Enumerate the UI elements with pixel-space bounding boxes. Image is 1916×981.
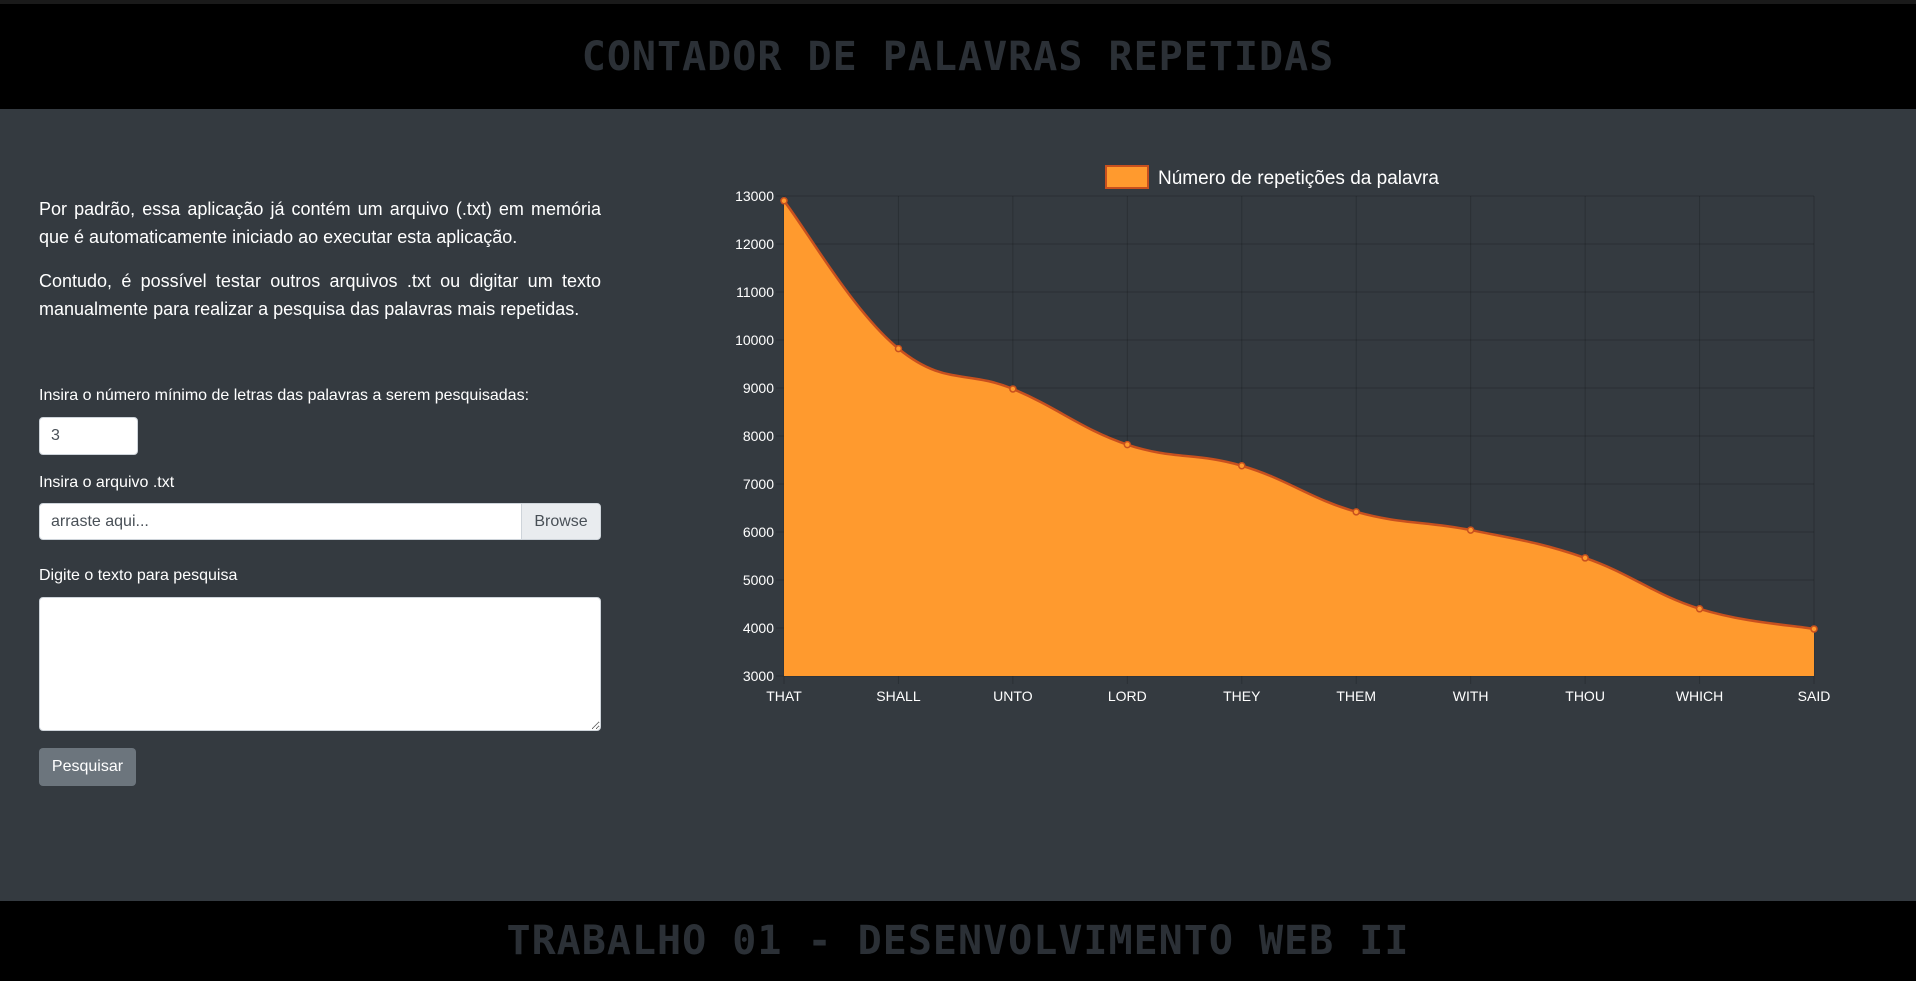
x-tick-label: SAID [1798,688,1831,704]
footer-title: TRABALHO 01 - DESENVOLVIMENTO WEB II [506,918,1410,964]
intro-paragraph-1: Por padrão, essa aplicação já contém um … [39,199,601,247]
data-point [1009,385,1017,393]
chart-svg: 3000 4000 5000 6000 7000 8000 9000 10000 11000 12… [735,165,1831,704]
y-tick-label: 9000 [743,380,774,396]
data-point [1810,625,1818,633]
x-tick-label: THAT [766,688,802,704]
data-point [894,344,903,353]
x-tick-label: THEM [1336,688,1376,704]
file-label: Insira o arquivo .txt [39,474,175,491]
legend-swatch [1105,165,1149,189]
search-text-area[interactable] [39,597,601,731]
data-point [1466,526,1475,534]
y-tick-label: 12000 [735,236,774,252]
page-title: CONTADOR DE PALAVRAS REPETIDAS [581,33,1335,80]
y-tick-label: 10000 [735,332,774,348]
text-label: Digite o texto para pesquisa [39,567,238,584]
intro-text: Por padrão, essa aplicação já contém um … [39,195,601,323]
intro-paragraph-2: Contudo, é possível testar outros arquiv… [39,271,601,319]
y-tick-label: 6000 [743,524,774,540]
file-input[interactable]: arraste aqui... Browse [39,503,601,540]
x-tick-label: THOU [1565,688,1605,704]
data-point [1581,554,1589,562]
y-tick-label: 3000 [743,668,774,684]
min-letters-input[interactable] [39,417,138,455]
y-tick-label: 11000 [736,284,774,300]
search-button[interactable]: Pesquisar [39,748,136,786]
x-tick-label: WHICH [1676,688,1723,704]
x-tick-label: WITH [1453,688,1489,704]
data-point [1238,462,1246,470]
page-footer: TRABALHO 01 - DESENVOLVIMENTO WEB II [0,901,1916,981]
min-letters-label: Insira o número mínimo de letras das pal… [39,387,530,404]
data-point [780,197,788,205]
file-placeholder: arraste aqui... [51,513,149,530]
data-point [1123,440,1132,449]
x-tick-label: SHALL [876,688,921,704]
x-tick-label: THEY [1223,688,1261,704]
data-point [1695,605,1704,613]
y-tick-label: 13000 [735,188,774,204]
data-point [1352,508,1360,516]
y-tick-label: 4000 [743,620,774,636]
y-tick-label: 8000 [743,428,774,444]
y-tick-label: 5000 [743,572,774,588]
page-header: CONTADOR DE PALAVRAS REPETIDAS [0,0,1916,109]
x-tick-label: UNTO [993,688,1033,704]
browse-button[interactable]: Browse [521,504,600,539]
x-tick-label: LORD [1108,688,1147,704]
legend-label: Número de repetições da palavra [1158,168,1439,189]
series-area [784,200,1814,677]
y-tick-label: 7000 [743,476,774,492]
search-form: Por padrão, essa aplicação já contém um … [39,195,601,786]
word-count-chart: 3000 4000 5000 6000 7000 8000 9000 10000 11000 12… [720,150,1860,710]
